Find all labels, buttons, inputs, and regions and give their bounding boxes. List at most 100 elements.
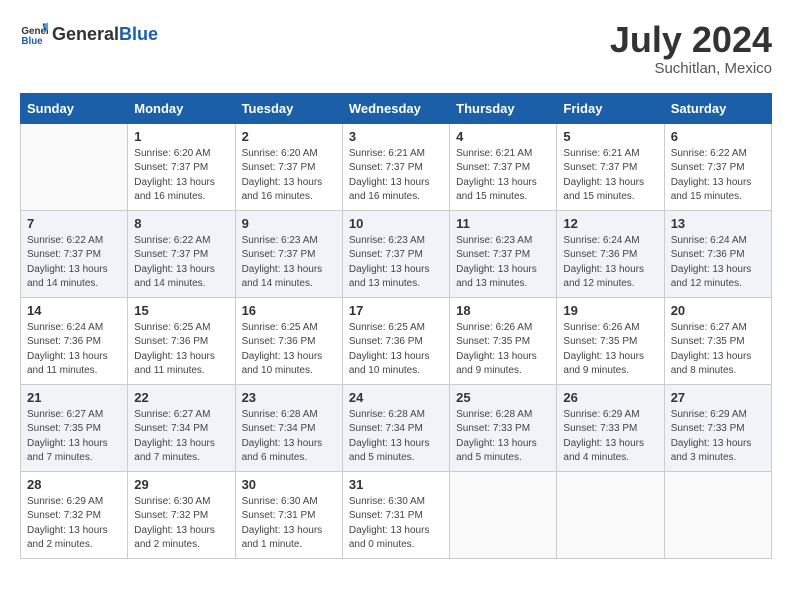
table-row: 22Sunrise: 6:27 AM Sunset: 7:34 PM Dayli…	[128, 384, 235, 471]
day-info: Sunrise: 6:21 AM Sunset: 7:37 PM Dayligh…	[349, 147, 443, 205]
table-row: 9 Sunrise: 6:23 AM Sunset: 7:37 PM Daylig…	[235, 210, 342, 297]
day-info: Sunrise: 6:23 AM Sunset: 7:37 PM Dayligh…	[242, 234, 336, 292]
day-info: Sunrise: 6:26 AM Sunset: 7:35 PM Dayligh…	[456, 321, 550, 379]
day-info: Sunrise: 6:27 AM Sunset: 7:35 PM Dayligh…	[671, 321, 765, 379]
day-number: 6	[671, 129, 765, 144]
day-number: 9	[242, 216, 336, 231]
table-row	[557, 471, 664, 558]
day-info: Sunrise: 6:23 AM Sunset: 7:37 PM Dayligh…	[456, 234, 550, 292]
calendar-week-row: 28 Sunrise: 6:29 AM Sunset: 7:32 PM Dayli…	[21, 471, 772, 558]
table-row: 26Sunrise: 6:29 AM Sunset: 7:33 PM Dayli…	[557, 384, 664, 471]
day-number: 29	[134, 477, 228, 492]
table-row: 12 Sunrise: 6:24 AM Sunset: 7:36 PM Dayli…	[557, 210, 664, 297]
generalblue-logo-icon: General Blue	[20, 20, 48, 48]
day-number: 21	[27, 390, 121, 405]
calendar-week-row: 21 Sunrise: 6:27 AM Sunset: 7:35 PM Dayli…	[21, 384, 772, 471]
table-row: 10Sunrise: 6:23 AM Sunset: 7:37 PM Dayli…	[342, 210, 449, 297]
table-row: 6 Sunrise: 6:22 AM Sunset: 7:37 PM Daylig…	[664, 123, 771, 210]
month-year-title: July 2024	[610, 20, 772, 60]
day-number: 23	[242, 390, 336, 405]
table-row	[21, 123, 128, 210]
day-number: 13	[671, 216, 765, 231]
table-row: 17 Sunrise: 6:25 AM Sunset: 7:36 PM Dayli…	[342, 297, 449, 384]
table-row: 1Sunrise: 6:20 AM Sunset: 7:37 PM Daylig…	[128, 123, 235, 210]
table-row: 7Sunrise: 6:22 AM Sunset: 7:37 PM Daylig…	[21, 210, 128, 297]
table-row: 24 Sunrise: 6:28 AM Sunset: 7:34 PM Dayli…	[342, 384, 449, 471]
day-number: 8	[134, 216, 228, 231]
table-row: 2 Sunrise: 6:20 AM Sunset: 7:37 PM Daylig…	[235, 123, 342, 210]
day-info: Sunrise: 6:27 AM Sunset: 7:35 PM Dayligh…	[27, 408, 121, 466]
day-info: Sunrise: 6:30 AM Sunset: 7:31 PM Dayligh…	[349, 495, 443, 553]
table-row	[450, 471, 557, 558]
day-info: Sunrise: 6:21 AM Sunset: 7:37 PM Dayligh…	[563, 147, 657, 205]
day-info: Sunrise: 6:22 AM Sunset: 7:37 PM Dayligh…	[134, 234, 228, 292]
day-number: 15	[134, 303, 228, 318]
day-info: Sunrise: 6:29 AM Sunset: 7:33 PM Dayligh…	[671, 408, 765, 466]
calendar-week-row: 7Sunrise: 6:22 AM Sunset: 7:37 PM Daylig…	[21, 210, 772, 297]
day-number: 31	[349, 477, 443, 492]
table-row: 23 Sunrise: 6:28 AM Sunset: 7:34 PM Dayli…	[235, 384, 342, 471]
day-number: 19	[563, 303, 657, 318]
day-info: Sunrise: 6:28 AM Sunset: 7:33 PM Dayligh…	[456, 408, 550, 466]
table-row: 5 Sunrise: 6:21 AM Sunset: 7:37 PM Daylig…	[557, 123, 664, 210]
table-row: 3 Sunrise: 6:21 AM Sunset: 7:37 PM Daylig…	[342, 123, 449, 210]
day-number: 25	[456, 390, 550, 405]
day-number: 2	[242, 129, 336, 144]
table-row: 29Sunrise: 6:30 AM Sunset: 7:32 PM Dayli…	[128, 471, 235, 558]
col-wednesday: Wednesday	[342, 93, 449, 123]
day-info: Sunrise: 6:25 AM Sunset: 7:36 PM Dayligh…	[134, 321, 228, 379]
col-sunday: Sunday	[21, 93, 128, 123]
col-tuesday: Tuesday	[235, 93, 342, 123]
day-number: 3	[349, 129, 443, 144]
day-info: Sunrise: 6:20 AM Sunset: 7:37 PM Dayligh…	[242, 147, 336, 205]
day-number: 18	[456, 303, 550, 318]
day-info: Sunrise: 6:24 AM Sunset: 7:36 PM Dayligh…	[671, 234, 765, 292]
table-row: 4 Sunrise: 6:21 AM Sunset: 7:37 PM Daylig…	[450, 123, 557, 210]
day-info: Sunrise: 6:24 AM Sunset: 7:36 PM Dayligh…	[27, 321, 121, 379]
day-number: 11	[456, 216, 550, 231]
day-info: Sunrise: 6:22 AM Sunset: 7:37 PM Dayligh…	[671, 147, 765, 205]
day-number: 16	[242, 303, 336, 318]
table-row: 28 Sunrise: 6:29 AM Sunset: 7:32 PM Dayli…	[21, 471, 128, 558]
page-header: General Blue GeneralBlue July 2024 Suchi…	[20, 20, 772, 77]
day-info: Sunrise: 6:24 AM Sunset: 7:36 PM Dayligh…	[563, 234, 657, 292]
day-info: Sunrise: 6:22 AM Sunset: 7:37 PM Dayligh…	[27, 234, 121, 292]
table-row: 14 Sunrise: 6:24 AM Sunset: 7:36 PM Dayli…	[21, 297, 128, 384]
day-number: 5	[563, 129, 657, 144]
calendar-title-block: July 2024 Suchitlan, Mexico	[610, 20, 772, 77]
day-info: Sunrise: 6:28 AM Sunset: 7:34 PM Dayligh…	[242, 408, 336, 466]
day-info: Sunrise: 6:23 AM Sunset: 7:37 PM Dayligh…	[349, 234, 443, 292]
logo-blue-text: Blue	[119, 24, 158, 45]
calendar-table: Sunday Monday Tuesday Wednesday Thursday…	[20, 93, 772, 559]
day-info: Sunrise: 6:27 AM Sunset: 7:34 PM Dayligh…	[134, 408, 228, 466]
day-number: 17	[349, 303, 443, 318]
table-row: 21 Sunrise: 6:27 AM Sunset: 7:35 PM Dayli…	[21, 384, 128, 471]
col-thursday: Thursday	[450, 93, 557, 123]
logo: General Blue GeneralBlue	[20, 20, 158, 48]
col-saturday: Saturday	[664, 93, 771, 123]
day-number: 1	[134, 129, 228, 144]
day-number: 14	[27, 303, 121, 318]
table-row: 31 Sunrise: 6:30 AM Sunset: 7:31 PM Dayli…	[342, 471, 449, 558]
table-row	[664, 471, 771, 558]
day-info: Sunrise: 6:28 AM Sunset: 7:34 PM Dayligh…	[349, 408, 443, 466]
calendar-week-row: 1 Sunrise: 6:20 AM Sunset: 7:37 PM Daylig…	[21, 123, 772, 210]
svg-text:Blue: Blue	[21, 36, 43, 47]
table-row: 16 Sunrise: 6:25 AM Sunset: 7:36 PM Dayli…	[235, 297, 342, 384]
table-row: 8 Sunrise: 6:22 AM Sunset: 7:37 PM Daylig…	[128, 210, 235, 297]
table-row: 18 Sunrise: 6:26 AM Sunset: 7:35 PM Dayli…	[450, 297, 557, 384]
day-info: Sunrise: 6:21 AM Sunset: 7:37 PM Dayligh…	[456, 147, 550, 205]
day-number: 4	[456, 129, 550, 144]
table-row: 30Sunrise: 6:30 AM Sunset: 7:31 PM Dayli…	[235, 471, 342, 558]
day-info: Sunrise: 6:29 AM Sunset: 7:32 PM Dayligh…	[27, 495, 121, 553]
day-info: Sunrise: 6:25 AM Sunset: 7:36 PM Dayligh…	[349, 321, 443, 379]
day-number: 12	[563, 216, 657, 231]
day-number: 24	[349, 390, 443, 405]
day-number: 28	[27, 477, 121, 492]
col-friday: Friday	[557, 93, 664, 123]
table-row: 25 Sunrise: 6:28 AM Sunset: 7:33 PM Dayli…	[450, 384, 557, 471]
day-info: Sunrise: 6:25 AM Sunset: 7:36 PM Dayligh…	[242, 321, 336, 379]
day-info: Sunrise: 6:29 AM Sunset: 7:33 PM Dayligh…	[563, 408, 657, 466]
day-number: 30	[242, 477, 336, 492]
col-monday: Monday	[128, 93, 235, 123]
